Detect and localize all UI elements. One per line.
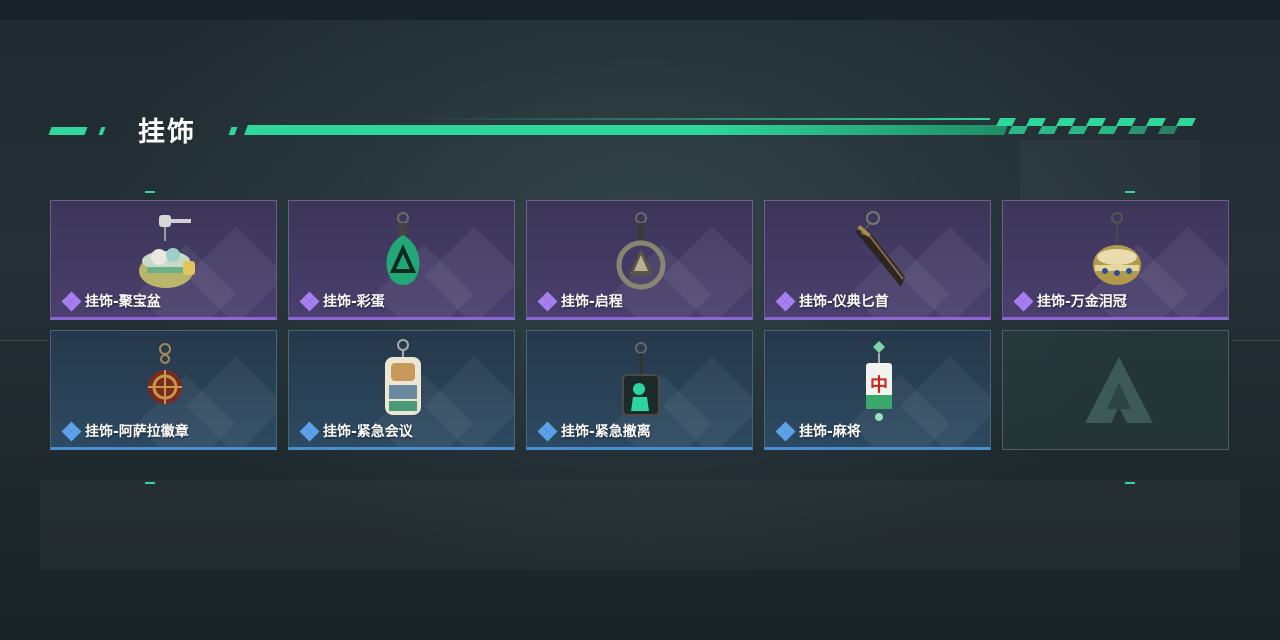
header-line	[420, 118, 990, 120]
rarity-icon	[299, 421, 320, 442]
svg-text:中: 中	[870, 374, 888, 396]
emergency-meeting-charm-icon	[385, 339, 421, 415]
item-label: 挂饰-聚宝盆	[61, 291, 161, 312]
ahsarah-badge-charm-icon	[148, 343, 182, 404]
item-name: 挂饰-聚宝盆	[85, 294, 161, 310]
item-card[interactable]: 挂饰-万金泪冠	[1002, 200, 1229, 320]
game-logo-icon	[1085, 357, 1153, 423]
item-label: 挂饰-万金泪冠	[1013, 291, 1127, 312]
item-card[interactable]: 挂饰-彩蛋	[288, 200, 515, 320]
departure-emblem-charm-icon	[616, 212, 666, 290]
header-bar	[244, 125, 1008, 135]
item-name: 挂饰-彩蛋	[323, 294, 385, 310]
background-shape	[40, 480, 1240, 570]
item-label: 挂饰-仪典匕首	[775, 291, 889, 312]
header-accent	[48, 127, 88, 135]
empty-slot	[1002, 330, 1229, 450]
rarity-icon	[775, 291, 796, 312]
item-name: 挂饰-紧急会议	[323, 424, 413, 440]
item-name: 挂饰-阿萨拉徽章	[85, 424, 189, 440]
top-band	[0, 0, 1280, 20]
item-card[interactable]: 挂饰-紧急撤离	[526, 330, 753, 450]
header-accent	[228, 127, 238, 135]
corner-tick	[1125, 482, 1135, 484]
rarity-icon	[537, 291, 558, 312]
rarity-icon	[61, 421, 82, 442]
item-name: 挂饰-万金泪冠	[1037, 294, 1127, 310]
rarity-icon	[537, 421, 558, 442]
header-accent	[98, 127, 106, 135]
rarity-icon	[1013, 291, 1034, 312]
item-name: 挂饰-启程	[561, 294, 623, 310]
mahjong-tile-charm-icon: 中	[866, 341, 892, 421]
item-card[interactable]: 中 挂饰-麻将	[764, 330, 991, 450]
item-name: 挂饰-麻将	[799, 424, 861, 440]
item-card[interactable]: 挂饰-紧急会议	[288, 330, 515, 450]
item-label: 挂饰-紧急撤离	[537, 421, 651, 442]
ceremonial-dagger-charm-icon	[855, 211, 905, 287]
emergency-evacuation-charm-icon	[622, 342, 660, 416]
item-label: 挂饰-启程	[537, 291, 623, 312]
golden-crown-charm-icon	[1093, 212, 1141, 285]
item-label: 挂饰-麻将	[775, 421, 861, 442]
item-card[interactable]: 挂饰-启程	[526, 200, 753, 320]
rarity-icon	[299, 291, 320, 312]
corner-tick	[145, 191, 155, 193]
item-card[interactable]: 挂饰-聚宝盆	[50, 200, 277, 320]
edge-line	[0, 340, 48, 341]
header-checker-pattern	[996, 118, 1196, 134]
item-card[interactable]: 挂饰-阿萨拉徽章	[50, 330, 277, 450]
easter-egg-charm-icon	[386, 212, 420, 285]
item-label: 挂饰-阿萨拉徽章	[61, 421, 189, 442]
corner-tick	[145, 482, 155, 484]
edge-line	[1232, 340, 1280, 341]
rarity-icon	[775, 421, 796, 442]
treasure-bowl-charm-icon	[139, 215, 195, 288]
item-name: 挂饰-紧急撤离	[561, 424, 651, 440]
section-title: 挂饰	[138, 117, 196, 148]
item-name: 挂饰-仪典匕首	[799, 294, 889, 310]
background-shape	[1020, 140, 1200, 200]
item-card[interactable]: 挂饰-仪典匕首	[764, 200, 991, 320]
rarity-icon	[61, 291, 82, 312]
item-label: 挂饰-彩蛋	[299, 291, 385, 312]
corner-tick	[1125, 191, 1135, 193]
item-label: 挂饰-紧急会议	[299, 421, 413, 442]
